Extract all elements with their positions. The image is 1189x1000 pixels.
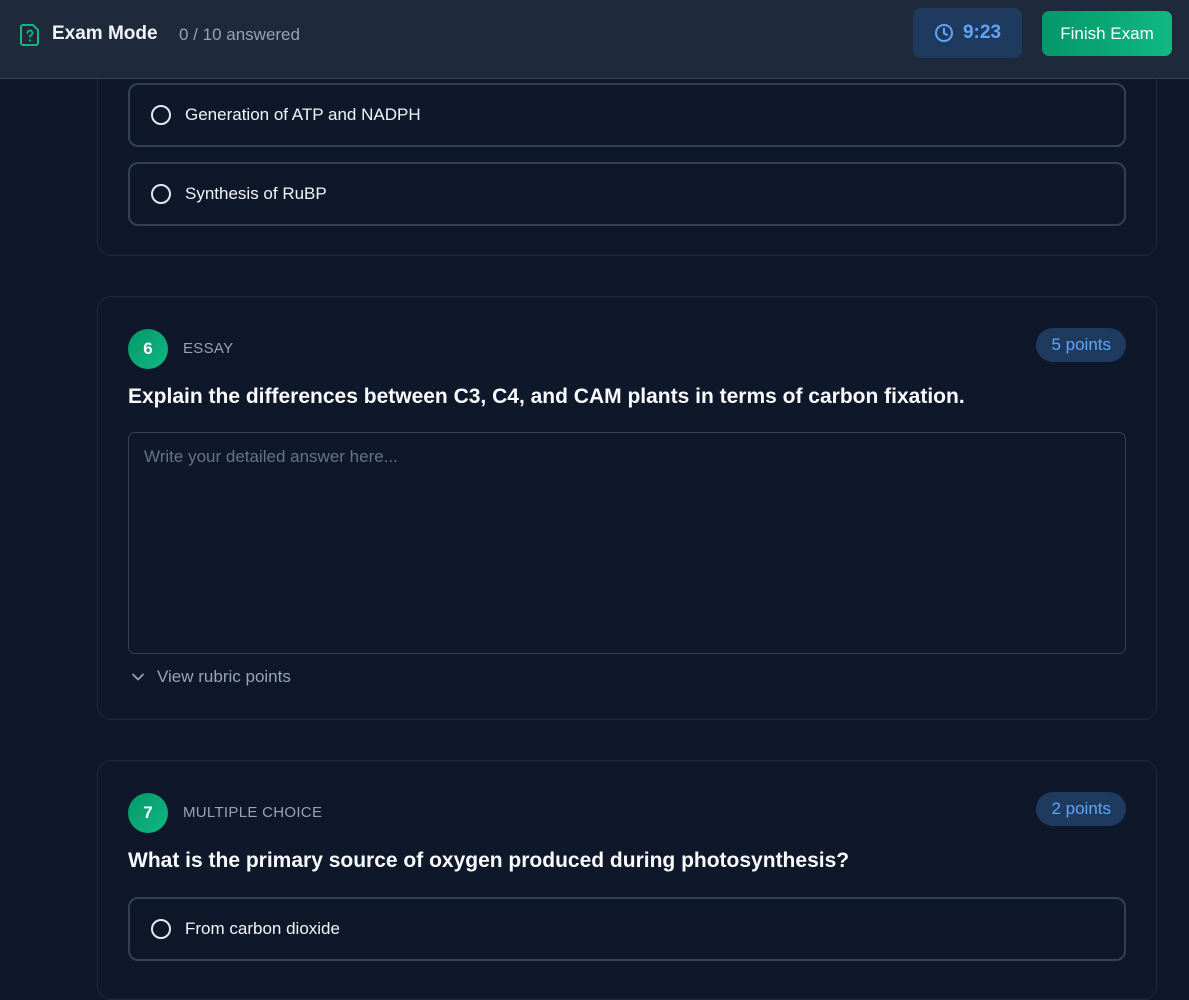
essay-answer-input[interactable] (128, 432, 1126, 654)
option-label: Generation of ATP and NADPH (185, 105, 421, 124)
question-card-6: 6 ESSAY 5 points Explain the differences… (97, 296, 1157, 720)
timer-value: 9:23 (962, 22, 1002, 43)
question-text: What is the primary source of oxygen pro… (128, 849, 850, 872)
exam-timer: 9:23 (913, 8, 1022, 58)
answer-option[interactable]: From carbon dioxide (128, 897, 1126, 961)
question-number-badge: 6 (128, 329, 168, 369)
view-rubric-toggle[interactable]: View rubric points (131, 667, 291, 687)
answered-progress: 0 / 10 answered (179, 25, 300, 44)
radio-button[interactable] (151, 105, 171, 125)
points-badge: 5 points (1036, 328, 1126, 362)
answer-option[interactable]: Synthesis of RuBP (128, 162, 1126, 226)
question-card-7: 7 MULTIPLE CHOICE 2 points What is the p… (97, 760, 1157, 1000)
option-label: Synthesis of RuBP (185, 184, 327, 203)
answer-option[interactable]: Generation of ATP and NADPH (128, 83, 1126, 147)
points-badge: 2 points (1036, 792, 1126, 826)
chevron-down-icon (132, 673, 144, 681)
question-number-badge: 7 (128, 793, 168, 833)
option-label: From carbon dioxide (185, 919, 340, 938)
question-text: Explain the differences between C3, C4, … (128, 385, 965, 408)
radio-button[interactable] (151, 919, 171, 939)
finish-exam-button[interactable]: Finish Exam (1042, 11, 1172, 56)
top-bar: Exam Mode 0 / 10 answered 9:23 Finish Ex… (0, 0, 1189, 79)
file-question-icon (20, 24, 39, 46)
rubric-label: View rubric points (157, 667, 291, 686)
question-type: ESSAY (183, 340, 234, 357)
clock-icon (934, 24, 953, 42)
question-type: MULTIPLE CHOICE (183, 804, 323, 821)
page-title: Exam Mode (52, 23, 158, 44)
radio-button[interactable] (151, 184, 171, 204)
